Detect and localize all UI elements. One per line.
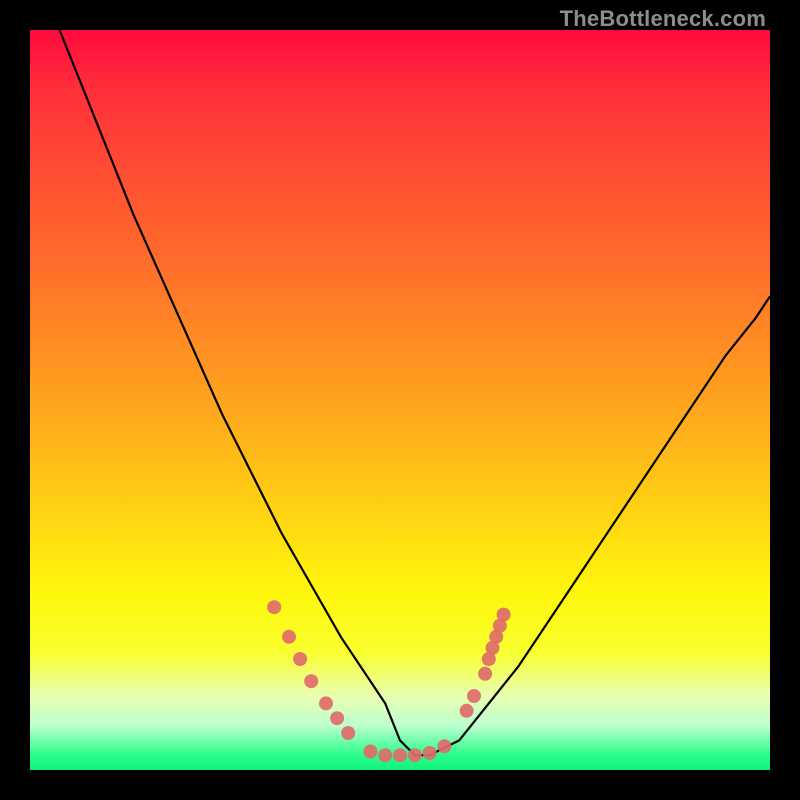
marker-dot xyxy=(408,748,422,762)
marker-dot xyxy=(319,696,333,710)
marker-dot xyxy=(363,745,377,759)
watermark-text: TheBottleneck.com xyxy=(560,6,766,32)
marker-dot xyxy=(267,600,281,614)
marker-dot xyxy=(423,746,437,760)
marker-dot xyxy=(393,748,407,762)
curve-line xyxy=(60,30,770,755)
marker-dot xyxy=(293,652,307,666)
marker-dot xyxy=(437,739,451,753)
marker-group xyxy=(267,600,510,762)
marker-dot xyxy=(330,711,344,725)
marker-dot xyxy=(478,667,492,681)
marker-dot xyxy=(378,748,392,762)
marker-dot xyxy=(460,704,474,718)
chart-svg xyxy=(30,30,770,770)
chart-frame: TheBottleneck.com xyxy=(0,0,800,800)
marker-dot xyxy=(467,689,481,703)
marker-dot xyxy=(341,726,355,740)
marker-dot xyxy=(304,674,318,688)
marker-dot xyxy=(282,630,296,644)
marker-dot xyxy=(497,608,511,622)
